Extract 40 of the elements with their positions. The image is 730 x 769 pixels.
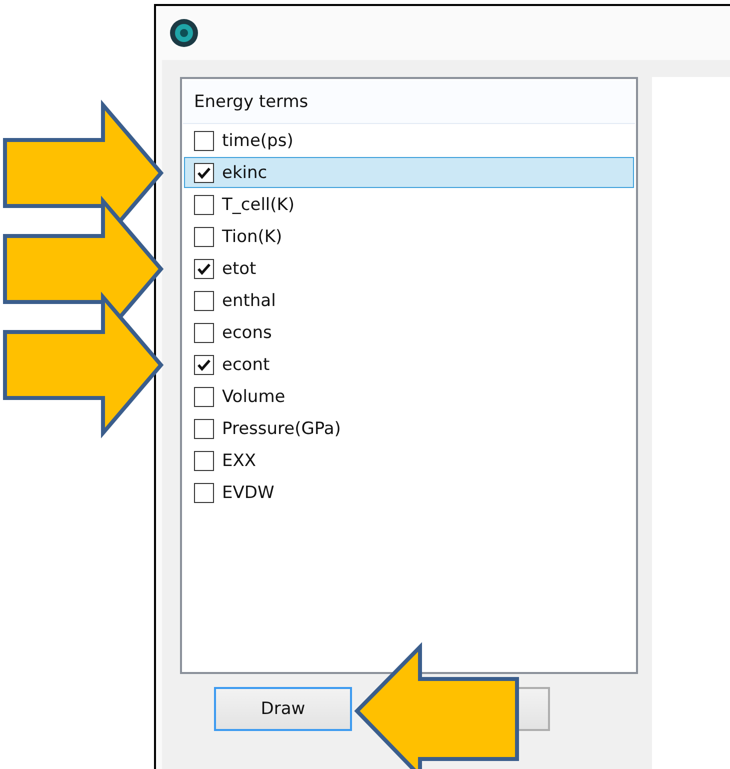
app-icon bbox=[169, 18, 199, 48]
checkbox[interactable] bbox=[194, 482, 214, 502]
item-label: econt bbox=[222, 354, 270, 374]
list-item[interactable]: econs bbox=[184, 317, 634, 348]
check-icon bbox=[197, 262, 211, 274]
list-item[interactable]: Volume bbox=[184, 381, 634, 412]
item-label: EXX bbox=[222, 450, 256, 470]
item-label: ekinc bbox=[222, 162, 268, 182]
list-item[interactable]: etot bbox=[184, 253, 634, 284]
item-label: etot bbox=[222, 258, 256, 278]
checkbox[interactable] bbox=[194, 162, 214, 182]
item-label: EVDW bbox=[222, 482, 274, 502]
item-label: time(ps) bbox=[222, 130, 294, 150]
checkbox[interactable] bbox=[194, 386, 214, 406]
list-item[interactable]: T_cell(K) bbox=[184, 189, 634, 220]
list-item[interactable]: EXX bbox=[184, 445, 634, 476]
item-label: Tion(K) bbox=[222, 226, 282, 246]
list-item[interactable]: EVDW bbox=[184, 477, 634, 508]
checkbox[interactable] bbox=[194, 130, 214, 150]
list-item[interactable]: Pressure(GPa) bbox=[184, 413, 634, 444]
checkbox[interactable] bbox=[194, 322, 214, 342]
checkbox[interactable] bbox=[194, 450, 214, 470]
item-label: econs bbox=[222, 322, 272, 342]
list-header: Energy terms bbox=[183, 80, 635, 124]
item-label: Volume bbox=[222, 386, 286, 406]
checkbox[interactable] bbox=[194, 226, 214, 246]
check-icon bbox=[197, 358, 211, 370]
list-item[interactable]: enthal bbox=[184, 285, 634, 316]
item-label: Pressure(GPa) bbox=[222, 418, 341, 438]
item-label: enthal bbox=[222, 290, 276, 310]
list-item[interactable]: Tion(K) bbox=[184, 221, 634, 252]
checkbox[interactable] bbox=[194, 258, 214, 278]
list-item[interactable]: time(ps) bbox=[184, 125, 634, 156]
checkbox[interactable] bbox=[194, 194, 214, 214]
item-label: T_cell(K) bbox=[222, 194, 295, 214]
check-icon bbox=[197, 166, 211, 178]
checkbox[interactable] bbox=[194, 354, 214, 374]
checkbox[interactable] bbox=[194, 418, 214, 438]
list-item[interactable]: econt bbox=[184, 349, 634, 380]
checkbox[interactable] bbox=[194, 290, 214, 310]
